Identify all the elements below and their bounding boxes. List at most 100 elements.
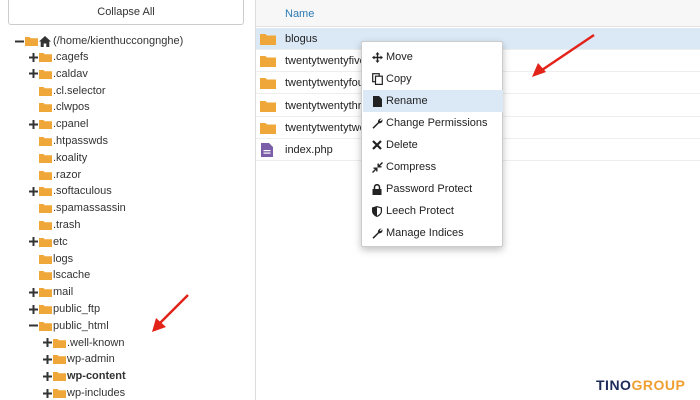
file-name: twentytwentyfour [285, 77, 368, 90]
tree-item[interactable]: .razor [28, 167, 81, 183]
tree-item[interactable]: .spamassassin [28, 200, 126, 216]
menu-item-compress[interactable]: Compress [363, 156, 503, 178]
menu-item-move[interactable]: Move [363, 46, 503, 68]
tree-item[interactable]: mail [28, 284, 73, 300]
plus-icon[interactable] [28, 119, 38, 129]
menu-item-copy[interactable]: Copy [363, 68, 503, 90]
file-name: blogus [285, 33, 318, 45]
folder-icon [39, 52, 52, 62]
menu-item-label: Leech Protect [386, 205, 454, 217]
wrench-icon [371, 227, 383, 239]
menu-item-label: Copy [386, 73, 412, 85]
plus-icon[interactable] [42, 371, 52, 381]
file-name: twentytwentyfive [285, 55, 366, 68]
tree-item[interactable]: wp-admin [42, 351, 115, 367]
folder-icon [39, 186, 52, 197]
menu-item-manage-indices[interactable]: Manage Indices [363, 222, 503, 244]
menu-item-password-protect[interactable]: Password Protect [363, 178, 503, 200]
menu-item-label: Delete [386, 139, 418, 151]
folder-icon [39, 287, 52, 298]
tree-item[interactable]: .trash [28, 217, 81, 233]
menu-item-label: Manage Indices [386, 227, 464, 239]
tree-item[interactable]: .softaculous [28, 183, 112, 199]
collapse-all-button[interactable]: Collapse All [8, 0, 244, 25]
tree-item-label: .clwpos [53, 101, 90, 114]
folder-icon [39, 304, 52, 314]
plus-icon[interactable] [28, 52, 38, 62]
tree-item[interactable]: .cpanel [28, 116, 88, 132]
folder-icon [39, 69, 52, 79]
folder-icon [53, 354, 66, 365]
folder-icon [39, 119, 52, 130]
folder-icon [260, 55, 276, 70]
php-file-icon [261, 143, 273, 160]
folder-icon [260, 100, 276, 115]
tree-item-label: .cpanel [53, 118, 89, 131]
plus-icon[interactable] [42, 388, 52, 398]
tree-item-label: .spamassassin [53, 202, 126, 215]
tree-item[interactable]: wp-content [42, 368, 126, 384]
menu-item-delete[interactable]: Delete [363, 134, 503, 156]
plus-icon[interactable] [28, 237, 38, 247]
tree-item[interactable]: public_html [28, 318, 109, 334]
move-icon [371, 51, 383, 63]
menu-item-label: Compress [386, 161, 437, 173]
wrench-icon [371, 117, 383, 129]
folder-icon [39, 102, 52, 113]
tree-item-label: wp-content [67, 370, 126, 383]
tree-item[interactable]: .caldav [28, 66, 88, 82]
tree-item[interactable]: .cagefs [28, 49, 88, 65]
tinogroup-logo: TINOGROUP [596, 377, 686, 393]
tree-item-label: public_ftp [53, 303, 101, 315]
home-icon [39, 35, 51, 47]
tree-item[interactable]: public_ftp [28, 301, 100, 317]
tree-item-label: .razor [53, 168, 82, 181]
plus-icon[interactable] [28, 304, 38, 314]
menu-item-rename[interactable]: Rename [363, 90, 503, 112]
menu-item-leech-protect[interactable]: Leech Protect [363, 200, 503, 222]
folder-icon [53, 371, 66, 382]
folder-icon [39, 254, 52, 264]
folder-icon [260, 33, 276, 48]
tree-item[interactable]: logs [28, 251, 73, 267]
menu-item-change-permissions[interactable]: Change Permissions [363, 112, 503, 134]
plus-icon[interactable] [42, 338, 52, 348]
close-icon [371, 139, 383, 151]
folder-icon [53, 388, 66, 398]
minus-icon[interactable] [28, 321, 38, 331]
folder-icon [53, 338, 66, 348]
tree-item[interactable]: .clwpos [28, 99, 90, 115]
folder-icon [39, 153, 52, 163]
tree-item[interactable]: .cl.selector [28, 83, 106, 99]
compress-icon [371, 161, 383, 173]
tree-item[interactable]: .koality [28, 150, 87, 166]
tree-item-label: .htpasswds [53, 135, 109, 147]
context-menu: Move Copy Rename Change Permissions Delete Co… [361, 41, 503, 247]
tree-item[interactable]: etc [28, 234, 68, 250]
tree-item[interactable]: wp-includes [42, 385, 125, 400]
tree-item-label: logs [53, 252, 74, 265]
file-name: twentytwentytwo [285, 121, 366, 134]
minus-icon[interactable] [14, 36, 24, 46]
folder-icon [260, 77, 276, 92]
folder-icon [39, 321, 52, 331]
lock-icon [371, 183, 383, 195]
tree-item[interactable]: .htpasswds [28, 133, 108, 149]
plus-icon[interactable] [28, 186, 38, 196]
tree-item[interactable]: lscache [28, 267, 90, 283]
plus-icon[interactable] [28, 69, 38, 79]
tree-item-label: .trash [53, 219, 81, 231]
file-list-header: Name [256, 0, 700, 27]
annotation-arrow-right [532, 33, 595, 77]
plus-icon[interactable] [28, 287, 38, 297]
tree-item-label: .caldav [53, 67, 88, 80]
tree-item[interactable]: .well-known [42, 335, 124, 351]
plus-icon[interactable] [42, 354, 52, 364]
tree-item-label: etc [53, 235, 68, 248]
column-header-name[interactable]: Name [285, 8, 314, 20]
tree-root[interactable]: (/home/kienthuccongnghe) [14, 33, 183, 49]
shield-icon [371, 205, 383, 217]
folder-icon [39, 270, 52, 281]
tree-item-label: lscache [53, 269, 91, 282]
folder-icon [260, 122, 276, 137]
